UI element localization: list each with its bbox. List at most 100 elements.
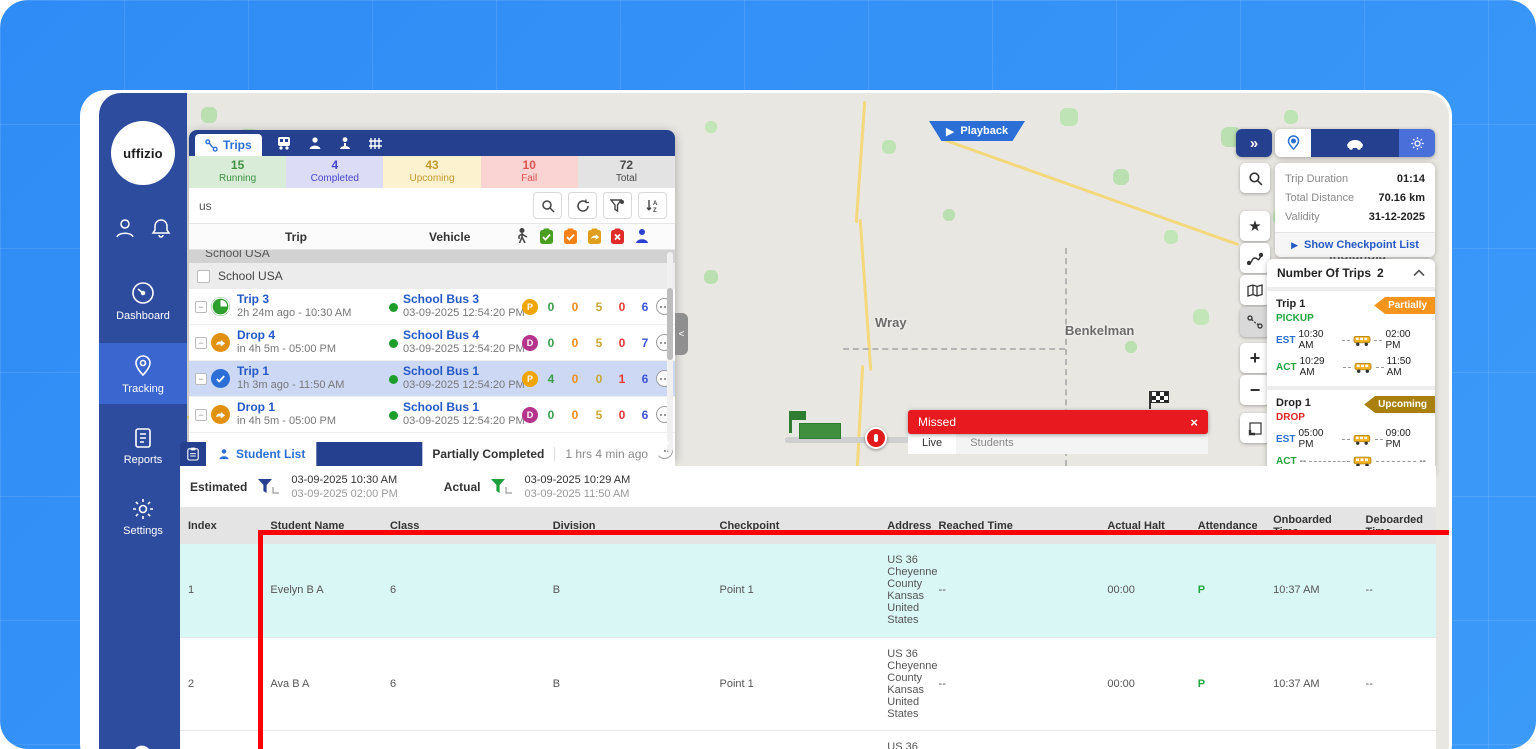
trip-group-row[interactable]: School USA <box>189 263 675 289</box>
student-panel-tabstrip: Student List Partially Completed 1 hrs 4… <box>180 442 670 466</box>
collapse-toggle[interactable]: − <box>195 409 207 421</box>
trip-status-chips: Partially Completed 1 hrs 4 min ago <box>422 442 670 466</box>
stat-upcoming[interactable]: 43Upcoming <box>383 156 480 188</box>
tab-student-list[interactable]: Student List <box>206 442 317 466</box>
sidebar-item-reports[interactable]: Reports <box>99 416 187 475</box>
expand-panel-button[interactable]: » <box>1236 129 1272 157</box>
column-vehicle[interactable]: Vehicle <box>429 230 470 244</box>
tab-live[interactable]: Live <box>908 434 956 454</box>
stat-fail[interactable]: 10Fail <box>481 156 578 188</box>
trip-row[interactable]: − Drop 4 in 4h 5m - 05:00 PM School Bus … <box>189 325 675 361</box>
refresh-icon[interactable] <box>568 192 597 219</box>
checkpoints-button[interactable] <box>1240 307 1270 337</box>
sidebar-item-settings[interactable]: Settings <box>99 487 187 546</box>
pickup-badge: P <box>522 371 538 387</box>
sort-az-icon[interactable]: AZ <box>638 192 667 219</box>
trip-row[interactable]: − Drop 1 in 4h 5m - 05:00 PM School Bus … <box>189 397 675 433</box>
close-icon[interactable]: × <box>1190 415 1198 430</box>
col-checkpoint: Checkpoint <box>712 508 880 544</box>
sidebar-item-tracking[interactable]: Tracking <box>99 343 187 404</box>
col-address: Address <box>879 508 930 544</box>
app-window: Imperial Wray Benkelman Indianola uffizi… <box>80 90 1452 749</box>
filter-icon[interactable] <box>603 192 632 219</box>
zoom-in-button[interactable]: + <box>1240 343 1270 373</box>
trip-upcoming-status-icon <box>211 405 230 424</box>
map-vegetation <box>187 93 191 97</box>
col-attendance: Attendance <box>1190 508 1265 544</box>
settings-gear-button[interactable] <box>1399 129 1435 157</box>
col-index: Index <box>180 508 262 544</box>
playback-button[interactable]: ▶Playback <box>929 121 1025 141</box>
actual-funnel-icon <box>490 478 514 496</box>
student-icon <box>218 448 230 460</box>
drop-badge: D <box>522 407 538 423</box>
drop-badge: D <box>522 335 538 351</box>
upcoming-arrow-icon <box>587 228 602 248</box>
trips-panel: Trips 15Run <box>189 130 675 459</box>
screenshot-frame-button[interactable] <box>1240 413 1270 443</box>
col-actual-halt: Actual Halt <box>1099 508 1189 544</box>
desktop-background: Imperial Wray Benkelman Indianola uffizi… <box>0 0 1536 749</box>
user-icon[interactable] <box>114 217 136 244</box>
tab-trips[interactable]: Trips <box>195 134 262 156</box>
checkpoint-list-button[interactable] <box>180 442 206 466</box>
column-trip[interactable]: Trip <box>285 230 307 244</box>
sidebar: uffizio Dashboard Trackin <box>99 93 187 749</box>
elapsed-time: 1 hrs 4 min ago <box>555 447 648 461</box>
play-icon: ▶ <box>946 125 954 138</box>
trip-summary-card: Trip Duration01:14 Total Distance70.16 k… <box>1275 163 1435 257</box>
vehicle-online-dot <box>389 375 398 384</box>
collapse-toggle[interactable]: − <box>195 337 207 349</box>
collapse-toggle[interactable]: − <box>195 373 207 385</box>
col-deboarded-time: Deboarded Time <box>1358 508 1436 544</box>
stat-completed[interactable]: 4Completed <box>286 156 383 188</box>
collapse-toggle[interactable]: − <box>195 301 207 313</box>
student-row[interactable]: US 36 Cheyenne County Kansas United Stat… <box>180 730 1436 749</box>
vehicle-position-marker[interactable] <box>865 427 887 449</box>
route-trace-button[interactable] <box>1240 243 1270 273</box>
sidebar-item-dashboard[interactable]: Dashboard <box>99 270 187 331</box>
tab-drivers-icon[interactable] <box>308 136 322 150</box>
col-student-name: Student Name <box>262 508 382 544</box>
poi-star-button[interactable]: ★ <box>1240 211 1270 241</box>
zoom-out-button[interactable]: − <box>1240 375 1270 405</box>
map-layers-button[interactable] <box>1240 275 1270 305</box>
student-row[interactable]: 2 Ava B A 6 B Point 1 US 36 Cheyenne Cou… <box>180 637 1436 730</box>
chevron-up-icon[interactable] <box>1413 266 1425 280</box>
notifications-bell-icon[interactable] <box>150 217 172 244</box>
cloud-upload-icon[interactable] <box>126 744 160 749</box>
trip-row-selected[interactable]: − Trip 1 1h 3m ago - 11:50 AM School Bus… <box>189 361 675 397</box>
trip-group-row-partial[interactable]: School USA <box>189 250 675 263</box>
svg-text:Z: Z <box>653 208 657 213</box>
map-road <box>942 138 1239 246</box>
show-checkpoint-list-link[interactable]: ▶ Show Checkpoint List <box>1275 232 1435 257</box>
pickup-badge: P <box>522 299 538 315</box>
missed-x-icon <box>610 228 625 248</box>
student-row[interactable]: 1 Evelyn B A 6 B Point 1 US 36 Cheyenne … <box>180 544 1436 637</box>
trips-scrollbar[interactable] <box>667 252 673 452</box>
student-panel: Estimated 03-09-2025 10:30 AM 03-09-2025… <box>180 466 1436 749</box>
trips-list-card: Number Of Trips 2 Trip 1 Partially PICKU… <box>1267 259 1435 476</box>
tab-students-icon[interactable] <box>338 136 352 150</box>
stat-running[interactable]: 15Running <box>189 156 286 188</box>
trip-row[interactable]: − Trip 3 2h 24m ago - 10:30 AM School Bu… <box>189 289 675 325</box>
trip-card[interactable]: Drop 1 Upcoming DROP EST 05:00 PM 09:00 … <box>1267 390 1435 476</box>
trip-card[interactable]: Trip 1 Partially PICKUP EST 10:30 AM 02:… <box>1267 291 1435 390</box>
tab-vehicles-bus-icon[interactable] <box>276 136 292 150</box>
tab-students[interactable]: Students <box>956 434 1027 454</box>
trip-search-input[interactable] <box>197 193 527 219</box>
stat-total[interactable]: 72Total <box>578 156 675 188</box>
start-flag-marker[interactable] <box>789 411 792 433</box>
finish-flag-marker[interactable] <box>1149 391 1151 409</box>
vehicle-mode-button[interactable] <box>1311 129 1399 157</box>
trip-detail-toolbar <box>1275 129 1435 157</box>
map-search-button[interactable] <box>1240 163 1270 193</box>
panel-collapse-handle[interactable]: < <box>675 313 688 355</box>
missed-alert: Missed × <box>908 410 1208 434</box>
search-icon[interactable] <box>533 192 562 219</box>
locate-pin-button[interactable] <box>1275 129 1311 157</box>
tab-grid-icon[interactable] <box>368 136 383 150</box>
trip-table-header: Trip Vehicle <box>189 224 675 250</box>
map-road <box>855 101 867 223</box>
group-checkbox[interactable] <box>197 270 210 283</box>
